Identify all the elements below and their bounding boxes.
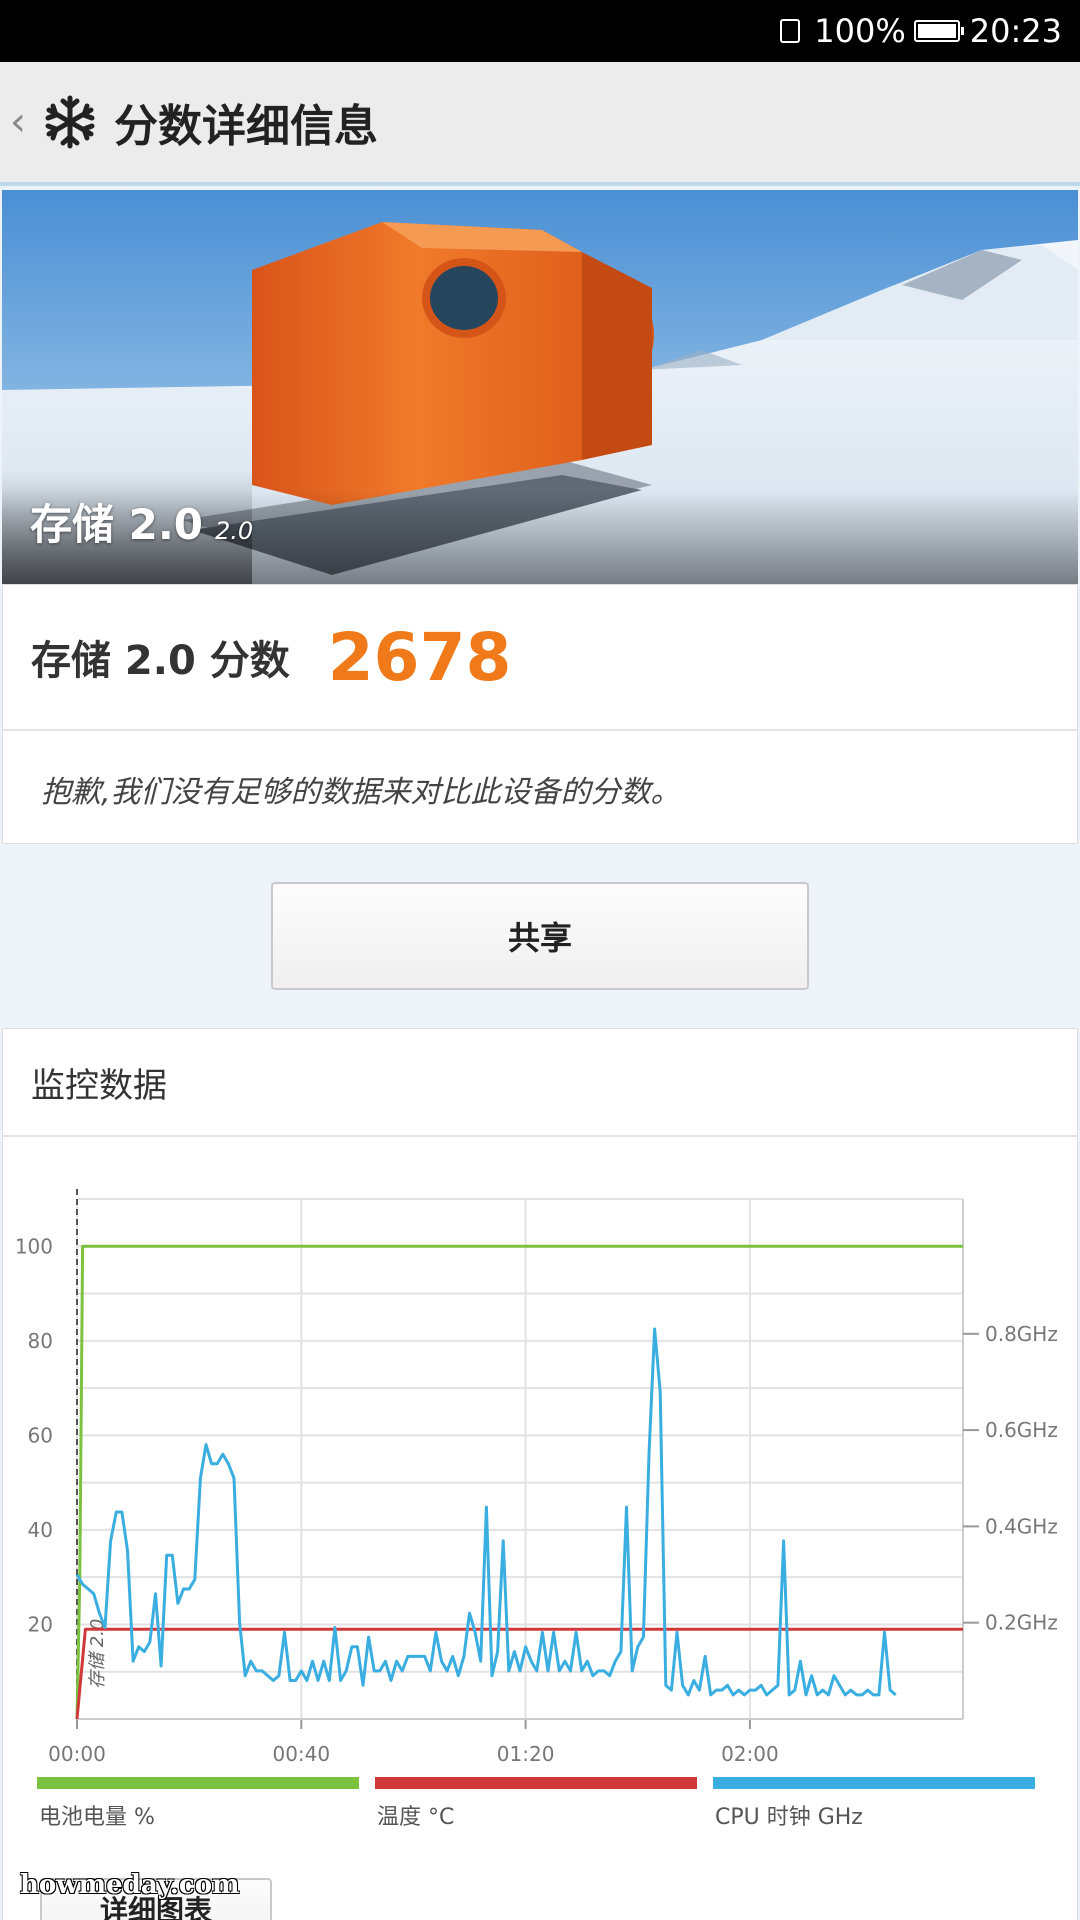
y-left-tick-label: 20 bbox=[28, 1612, 53, 1636]
page-title: 分数详细信息 bbox=[114, 101, 378, 152]
cpu-clock-series-line bbox=[75, 1327, 897, 1697]
battery-percent: 100% bbox=[814, 12, 906, 50]
chart-legend: 电池电量 % 温度 °C CPU 时钟 GHz bbox=[37, 1777, 1057, 1837]
watermark: howmeday.com bbox=[20, 1870, 240, 1900]
legend-battery-label: 电池电量 % bbox=[39, 1805, 155, 1830]
x-tick-label: 02:00 bbox=[721, 1742, 779, 1766]
monitoring-chart: 00:00 00:40 01:20 02:00 100 80 60 40 20 0.8GHz 0.6… bbox=[15, 1189, 1058, 1766]
legend-temperature-label: 温度 °C bbox=[377, 1805, 455, 1830]
y-right-tick-label: 0.2GHz bbox=[985, 1611, 1058, 1635]
x-tick-label: 00:00 bbox=[48, 1742, 106, 1766]
legend-battery: 电池电量 % bbox=[37, 1777, 359, 1831]
legend-temperature-swatch bbox=[375, 1777, 697, 1789]
legend-temperature: 温度 °C bbox=[375, 1777, 697, 1831]
battery-icon bbox=[913, 20, 964, 42]
y-right-tick-label: 0.8GHz bbox=[985, 1322, 1058, 1346]
benchmark-hero-image: 存储 2.0 2.0 bbox=[2, 190, 1078, 584]
clock: 20:23 bbox=[969, 12, 1062, 50]
chevron-left-icon[interactable]: ‹ bbox=[10, 99, 34, 145]
hero-version: 2.0 bbox=[215, 517, 254, 545]
y-left-tick-label: 40 bbox=[28, 1518, 53, 1542]
sim-card-icon bbox=[780, 19, 801, 43]
share-button[interactable]: 共享 bbox=[271, 882, 809, 990]
y-left-tick-label: 80 bbox=[28, 1329, 53, 1353]
status-bar: 100% 20:23 bbox=[0, 0, 1080, 62]
comparison-note: 抱歉,我们没有足够的数据来对比此设备的分数。 bbox=[41, 775, 681, 810]
legend-cpu-label: CPU 时钟 GHz bbox=[715, 1805, 863, 1830]
screen: 100% 20:23 ‹ 分数详细信息 存储 2.0 2.0 存储 2.0 分数… bbox=[0, 0, 1080, 1920]
monitoring-card: 监控数据 00:00 00:40 01:20 02:00 100 80 60 40 20 0.8G… bbox=[2, 1028, 1078, 1920]
monitoring-title: 监控数据 bbox=[3, 1029, 1077, 1137]
temperature-series-line bbox=[75, 1627, 963, 1720]
snowflake-icon[interactable] bbox=[40, 92, 100, 152]
x-tick-label: 00:40 bbox=[272, 1742, 330, 1766]
y-left-tick-label: 100 bbox=[15, 1234, 53, 1258]
legend-cpu: CPU 时钟 GHz bbox=[713, 1777, 1035, 1831]
y-left-tick-label: 60 bbox=[28, 1423, 53, 1447]
y-right-tick-label: 0.6GHz bbox=[985, 1418, 1058, 1442]
x-tick-label: 01:20 bbox=[497, 1742, 555, 1766]
score-value: 2678 bbox=[327, 618, 512, 696]
score-row: 存储 2.0 分数 2678 bbox=[3, 585, 1077, 731]
legend-battery-swatch bbox=[37, 1777, 359, 1789]
legend-cpu-swatch bbox=[713, 1777, 1035, 1789]
hero-name: 存储 2.0 bbox=[30, 500, 204, 549]
score-label: 存储 2.0 分数 bbox=[31, 638, 290, 684]
y-right-tick-label: 0.4GHz bbox=[985, 1514, 1058, 1538]
app-bar: ‹ 分数详细信息 bbox=[0, 62, 1080, 186]
hero-title: 存储 2.0 2.0 bbox=[30, 491, 253, 552]
score-card: 存储 2.0 分数 2678 抱歉,我们没有足够的数据来对比此设备的分数。 bbox=[2, 584, 1078, 844]
